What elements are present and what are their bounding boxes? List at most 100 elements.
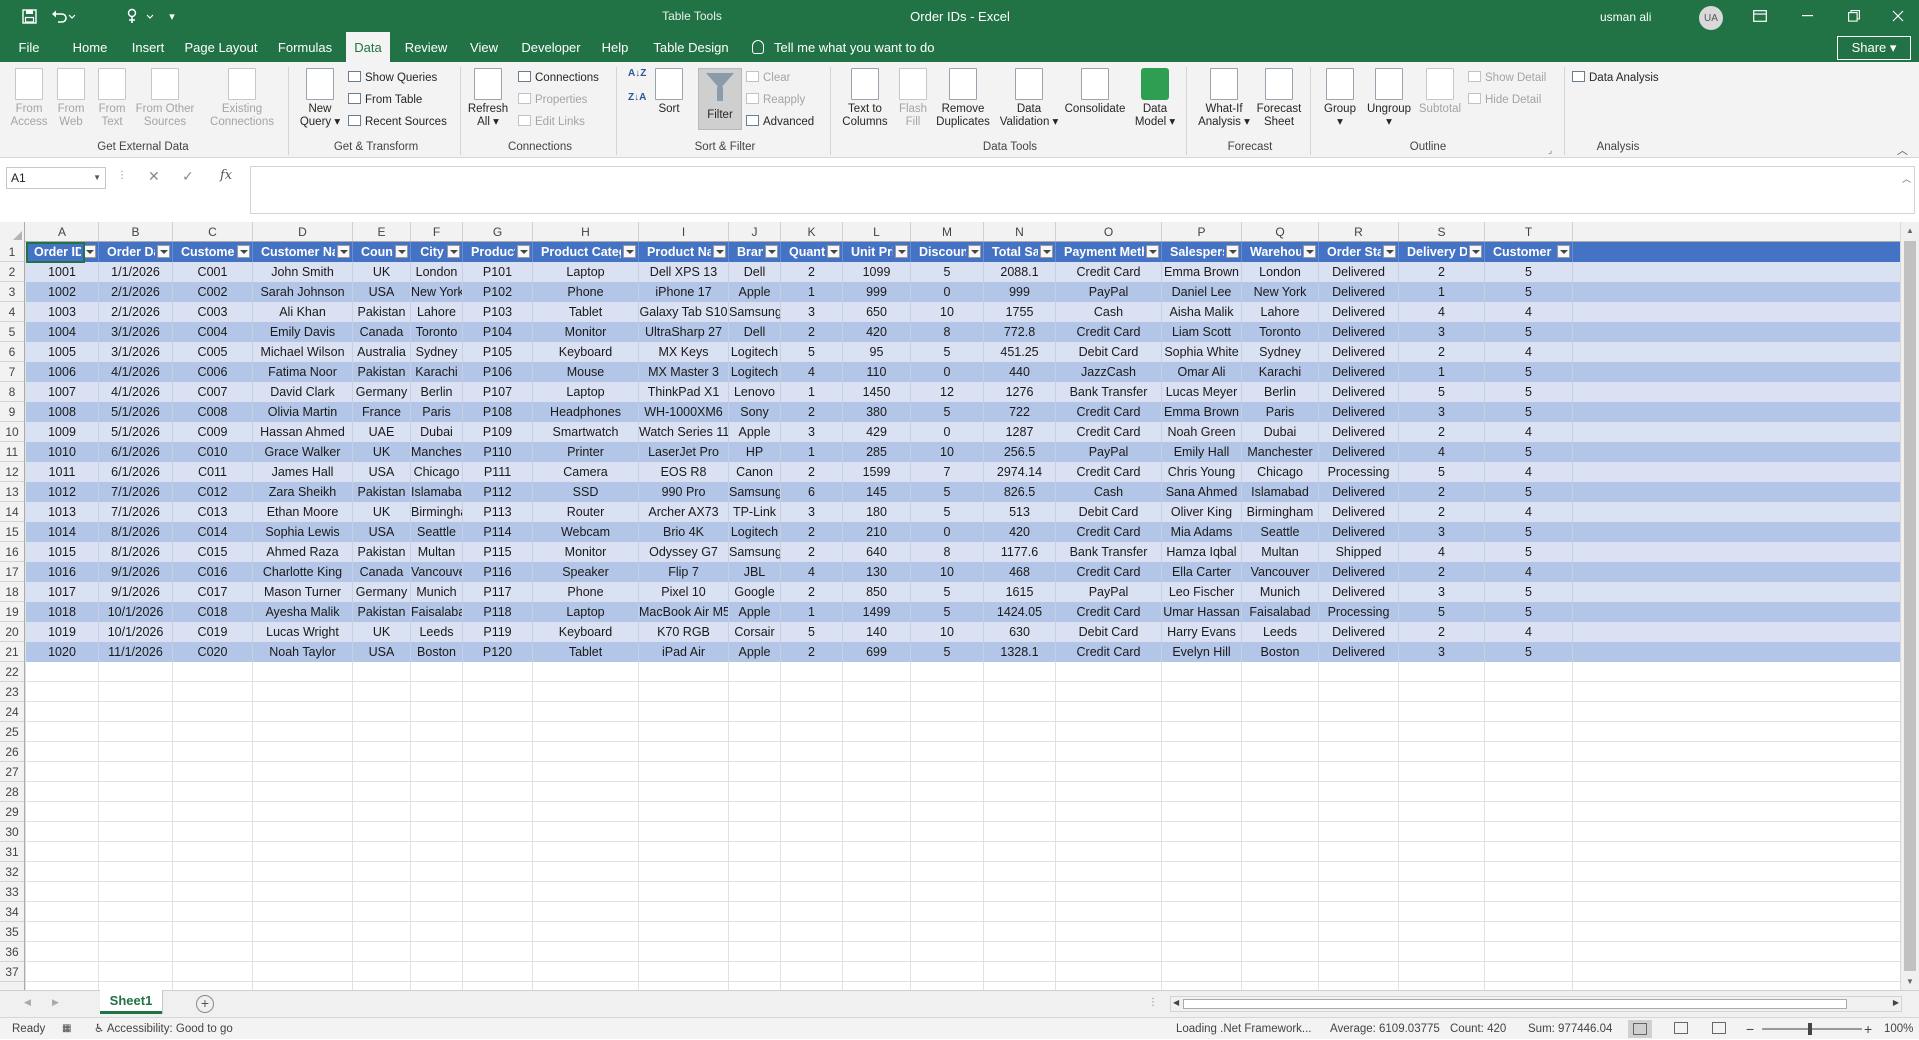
- table-cell[interactable]: P113: [463, 502, 533, 522]
- save-icon[interactable]: [16, 0, 42, 32]
- table-cell[interactable]: Processing: [1319, 462, 1399, 482]
- table-cell[interactable]: Dell: [729, 322, 781, 342]
- table-cell[interactable]: 3: [1399, 402, 1485, 422]
- consolidate-button[interactable]: Consolidate: [1062, 68, 1128, 140]
- table-cell[interactable]: 1287: [984, 422, 1056, 442]
- table-cell[interactable]: Sophia Lewis: [253, 522, 353, 542]
- previous-sheet-icon[interactable]: ◀: [24, 997, 31, 1008]
- tab-view[interactable]: View: [466, 32, 502, 62]
- table-cell[interactable]: USA: [353, 522, 411, 542]
- table-cell[interactable]: 10: [911, 442, 984, 462]
- table-cell[interactable]: P114: [463, 522, 533, 542]
- table-cell[interactable]: Noah Taylor: [253, 642, 353, 662]
- table-cell[interactable]: 8: [911, 322, 984, 342]
- table-cell[interactable]: Oliver King: [1162, 502, 1242, 522]
- table-cell[interactable]: 2: [781, 402, 843, 422]
- table-cell[interactable]: Vancouver: [411, 562, 463, 582]
- table-cell[interactable]: Noah Green: [1162, 422, 1242, 442]
- table-cell[interactable]: 8/1/2026: [99, 542, 173, 562]
- table-cell[interactable]: Emma Brown: [1162, 402, 1242, 422]
- table-cell[interactable]: Hassan Ahmed: [253, 422, 353, 442]
- table-cell[interactable]: James Hall: [253, 462, 353, 482]
- table-cell[interactable]: Samsung: [729, 302, 781, 322]
- column-header-g[interactable]: G: [463, 222, 533, 241]
- table-cell[interactable]: Credit Card: [1056, 402, 1162, 422]
- table-cell[interactable]: Aisha Malik: [1162, 302, 1242, 322]
- table-cell[interactable]: 1424.05: [984, 602, 1056, 622]
- table-cell[interactable]: Leo Fischer: [1162, 582, 1242, 602]
- connections-button[interactable]: Connections: [518, 68, 599, 88]
- row-header-30[interactable]: 30: [0, 822, 24, 842]
- table-cell[interactable]: Monitor: [533, 322, 639, 342]
- table-cell[interactable]: Karachi: [1242, 362, 1319, 382]
- table-cell[interactable]: Hamza Iqbal: [1162, 542, 1242, 562]
- table-cell[interactable]: Omar Ali: [1162, 362, 1242, 382]
- table-cell[interactable]: 0: [911, 422, 984, 442]
- table-cell[interactable]: 5: [1485, 582, 1573, 602]
- table-cell[interactable]: C019: [173, 622, 253, 642]
- table-cell[interactable]: Lucas Meyer: [1162, 382, 1242, 402]
- table-cell[interactable]: Apple: [729, 282, 781, 302]
- insert-function-icon[interactable]: fx: [220, 168, 232, 183]
- group-button[interactable]: Group ▾: [1318, 68, 1362, 140]
- table-cell[interactable]: Zara Sheikh: [253, 482, 353, 502]
- table-cell[interactable]: Phone: [533, 582, 639, 602]
- table-cell[interactable]: Delivered: [1319, 402, 1399, 422]
- table-header-cell[interactable]: Brand: [729, 242, 781, 262]
- show-detail-button[interactable]: Show Detail: [1468, 68, 1546, 88]
- table-cell[interactable]: 5: [911, 642, 984, 662]
- table-cell[interactable]: 1: [781, 282, 843, 302]
- table-cell[interactable]: 10: [911, 562, 984, 582]
- row-header-9[interactable]: 9: [0, 402, 24, 422]
- column-header-r[interactable]: R: [1319, 222, 1399, 241]
- table-header-cell[interactable]: Quantity: [781, 242, 843, 262]
- table-cell[interactable]: 9/1/2026: [99, 582, 173, 602]
- column-header-f[interactable]: F: [411, 222, 463, 241]
- table-cell[interactable]: 5: [1399, 602, 1485, 622]
- table-cell[interactable]: Lahore: [411, 302, 463, 322]
- table-cell[interactable]: Delivered: [1319, 522, 1399, 542]
- table-cell[interactable]: 990 Pro: [639, 482, 729, 502]
- name-box[interactable]: A1 ▼: [6, 167, 106, 189]
- row-header-37[interactable]: 37: [0, 962, 24, 982]
- row-header-28[interactable]: 28: [0, 782, 24, 802]
- table-cell[interactable]: Speaker: [533, 562, 639, 582]
- scroll-left-icon[interactable]: ◀: [1173, 998, 1179, 1007]
- enter-entry-icon[interactable]: ✓: [182, 168, 194, 185]
- table-cell[interactable]: 1: [1399, 282, 1485, 302]
- table-cell[interactable]: C016: [173, 562, 253, 582]
- reapply-button[interactable]: Reapply: [746, 90, 805, 110]
- table-cell[interactable]: Delivered: [1319, 302, 1399, 322]
- filter-dropdown-icon[interactable]: [1303, 245, 1316, 258]
- table-cell[interactable]: 180: [843, 502, 911, 522]
- table-cell[interactable]: Processing: [1319, 602, 1399, 622]
- table-cell[interactable]: 850: [843, 582, 911, 602]
- table-cell[interactable]: P119: [463, 622, 533, 642]
- row-header-2[interactable]: 2: [0, 262, 24, 282]
- filter-dropdown-icon[interactable]: [827, 245, 840, 258]
- from-web-button[interactable]: From Web: [52, 68, 90, 140]
- table-cell[interactable]: Sydney: [1242, 342, 1319, 362]
- table-cell[interactable]: Grace Walker: [253, 442, 353, 462]
- table-cell[interactable]: Sydney: [411, 342, 463, 362]
- zoom-level[interactable]: 100%: [1884, 1018, 1913, 1040]
- table-cell[interactable]: London: [411, 262, 463, 282]
- scroll-right-icon[interactable]: ▶: [1893, 998, 1899, 1007]
- table-cell[interactable]: 5: [1485, 602, 1573, 622]
- table-header-cell[interactable]: Salesperson: [1162, 242, 1242, 262]
- table-cell[interactable]: Delivered: [1319, 502, 1399, 522]
- table-cell[interactable]: Shipped: [1319, 542, 1399, 562]
- table-cell[interactable]: Delivered: [1319, 622, 1399, 642]
- row-header-16[interactable]: 16: [0, 542, 24, 562]
- text-to-columns-button[interactable]: Text to Columns: [838, 68, 892, 140]
- table-cell[interactable]: Emma Brown: [1162, 262, 1242, 282]
- table-cell[interactable]: MX Master 3: [639, 362, 729, 382]
- table-cell[interactable]: 1: [781, 382, 843, 402]
- table-cell[interactable]: 5: [1485, 642, 1573, 662]
- show-queries-button[interactable]: Show Queries: [348, 68, 437, 88]
- table-cell[interactable]: WH-1000XM6: [639, 402, 729, 422]
- table-cell[interactable]: 2: [1399, 502, 1485, 522]
- table-cell[interactable]: 1: [1399, 362, 1485, 382]
- table-cell[interactable]: P101: [463, 262, 533, 282]
- table-cell[interactable]: Emily Davis: [253, 322, 353, 342]
